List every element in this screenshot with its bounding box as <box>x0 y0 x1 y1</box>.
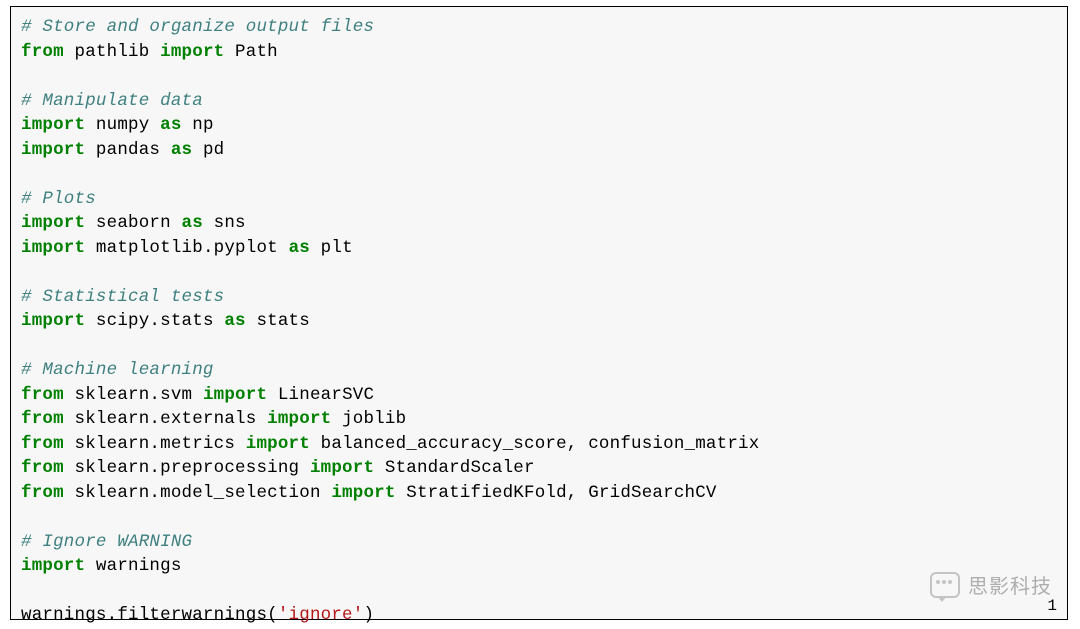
code-token: matplotlib.pyplot <box>85 238 288 258</box>
code-token: # Ignore WARNING <box>21 532 192 552</box>
code-token: sklearn.model_selection <box>64 483 332 503</box>
code-token: import <box>203 385 267 405</box>
code-token: ) <box>363 605 374 625</box>
code-token: Path <box>224 42 278 62</box>
code-token: from <box>21 483 64 503</box>
code-token: pd <box>192 140 224 160</box>
code-token: joblib <box>331 409 406 429</box>
code-token: import <box>331 483 395 503</box>
code-cell: # Store and organize output files from p… <box>10 6 1068 620</box>
code-token: stats <box>246 311 310 331</box>
code-token: as <box>171 140 192 160</box>
code-token: balanced_accuracy_score, confusion_matri… <box>310 434 759 454</box>
code-token: np <box>182 115 214 135</box>
code-token: seaborn <box>85 213 181 233</box>
code-token: sklearn.metrics <box>64 434 246 454</box>
code-token: # Manipulate data <box>21 91 203 111</box>
code-token: scipy.stats <box>85 311 224 331</box>
code-token: sklearn.preprocessing <box>64 458 310 478</box>
code-token: sklearn.svm <box>64 385 203 405</box>
code-token: from <box>21 385 64 405</box>
code-token: import <box>267 409 331 429</box>
code-token: # Machine learning <box>21 360 214 380</box>
code-token: sklearn.externals <box>64 409 267 429</box>
code-token: # Store and organize output files <box>21 17 374 37</box>
code-token: import <box>21 140 85 160</box>
code-token: numpy <box>85 115 160 135</box>
code-token: as <box>289 238 310 258</box>
code-token: StratifiedKFold, GridSearchCV <box>396 483 717 503</box>
code-token: import <box>21 238 85 258</box>
code-token: from <box>21 42 64 62</box>
code-content: # Store and organize output files from p… <box>21 15 1057 628</box>
code-token: import <box>160 42 224 62</box>
execution-count: 1 <box>1047 597 1057 615</box>
code-token: import <box>310 458 374 478</box>
code-token: as <box>224 311 245 331</box>
code-token: as <box>182 213 203 233</box>
code-token: import <box>246 434 310 454</box>
code-token: plt <box>310 238 353 258</box>
code-token: from <box>21 434 64 454</box>
code-token: import <box>21 213 85 233</box>
code-token: pathlib <box>64 42 160 62</box>
code-token: pandas <box>85 140 171 160</box>
code-token: from <box>21 409 64 429</box>
code-token: warnings.filterwarnings( <box>21 605 278 625</box>
code-token: # Plots <box>21 189 96 209</box>
code-token: from <box>21 458 64 478</box>
code-token: as <box>160 115 181 135</box>
code-token: 'ignore' <box>278 605 364 625</box>
code-token: sns <box>203 213 246 233</box>
code-token: LinearSVC <box>267 385 374 405</box>
code-token: warnings <box>85 556 181 576</box>
code-token: # Statistical tests <box>21 287 224 307</box>
code-token: import <box>21 556 85 576</box>
code-token: import <box>21 311 85 331</box>
code-token: StandardScaler <box>374 458 535 478</box>
code-token: import <box>21 115 85 135</box>
